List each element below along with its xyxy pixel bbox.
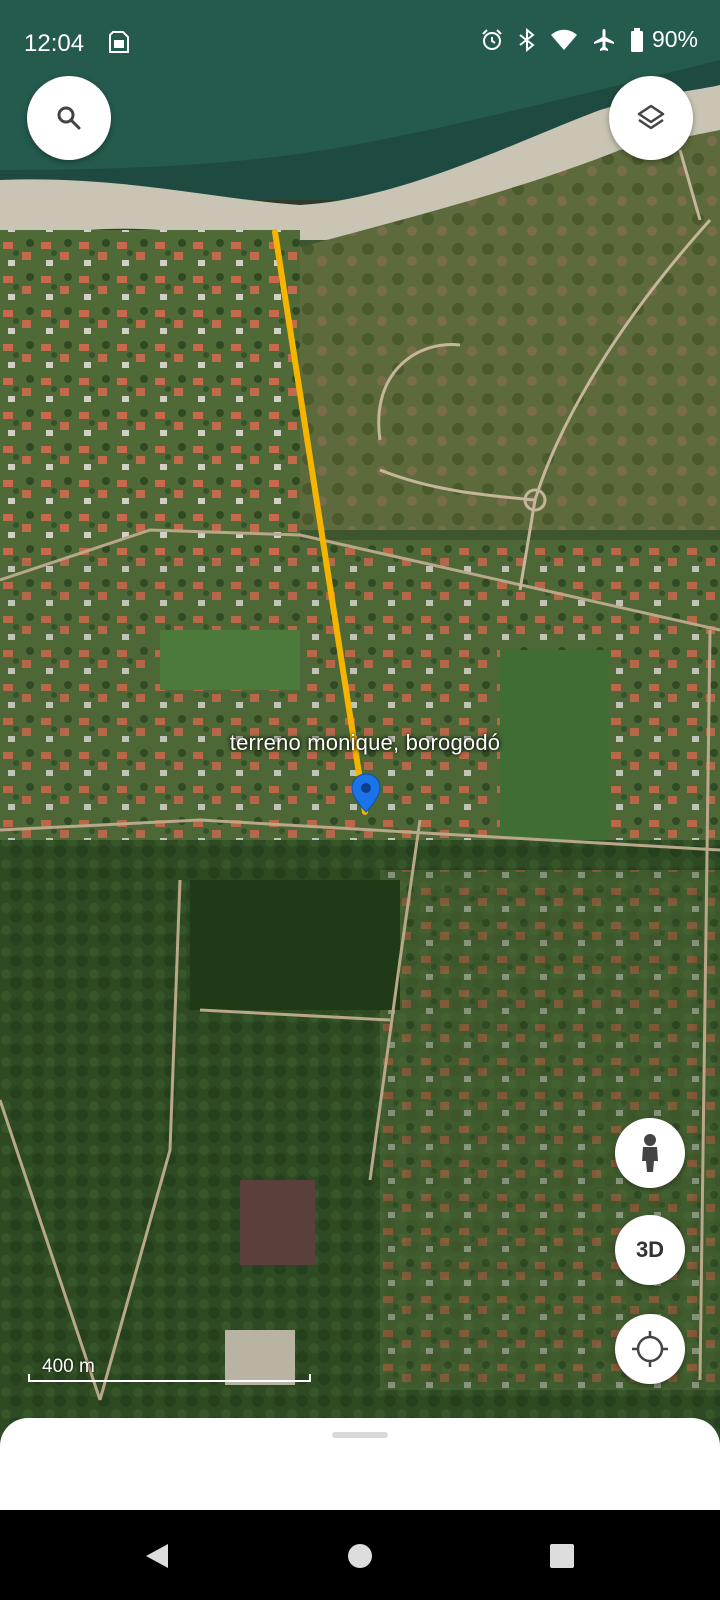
place-label[interactable]: terreno monique, borogodó (170, 730, 560, 756)
drag-handle[interactable] (332, 1432, 388, 1438)
location-pin-icon[interactable] (351, 773, 381, 813)
scale-line (28, 1374, 311, 1382)
layers-button[interactable] (609, 76, 693, 160)
my-location-button[interactable] (615, 1314, 685, 1384)
bluetooth-icon (519, 27, 535, 52)
status-time: 12:04 (24, 30, 85, 57)
alarm-icon (482, 28, 502, 50)
street-view-button[interactable] (615, 1118, 685, 1188)
bottom-sheet[interactable] (0, 1418, 720, 1510)
search-button[interactable] (27, 76, 111, 160)
pegman-icon (642, 1134, 658, 1172)
3d-label: 3D (635, 1237, 665, 1262)
navigation-bar (0, 1510, 720, 1600)
back-icon[interactable] (138, 1536, 178, 1576)
layers-icon (637, 104, 665, 130)
status-bar: 12:04 90% (0, 0, 720, 86)
airplane-mode-icon (593, 28, 614, 51)
search-icon (57, 106, 81, 130)
recents-icon[interactable] (542, 1536, 582, 1576)
wifi-icon (550, 29, 577, 50)
scale-bar: 400 m (28, 1356, 311, 1382)
battery-percentage: 90% (651, 26, 698, 52)
battery-icon (630, 27, 643, 52)
sim-card-icon (109, 31, 129, 53)
my-location-icon (632, 1331, 668, 1367)
home-icon[interactable] (340, 1536, 380, 1576)
3d-view-button[interactable]: 3D (615, 1215, 685, 1285)
